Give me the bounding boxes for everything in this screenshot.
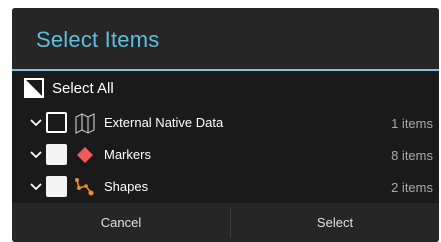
select-all-row[interactable]: Select All <box>12 71 439 107</box>
map-icon <box>75 113 95 134</box>
list-item-external-native-data[interactable]: External Native Data 1 items <box>12 107 439 139</box>
item-checkbox[interactable] <box>46 144 67 165</box>
item-count: 2 items <box>391 180 433 195</box>
item-count: 1 items <box>391 116 433 131</box>
item-count: 8 items <box>391 148 433 163</box>
select-items-dialog: Select Items Select All External Native … <box>12 8 439 242</box>
item-label: Shapes <box>104 179 149 194</box>
list-item-markers[interactable]: Markers 8 items <box>12 139 439 171</box>
item-checkbox[interactable] <box>46 176 67 197</box>
partial-check-icon <box>26 80 42 96</box>
select-all-checkbox[interactable] <box>24 78 44 98</box>
marker-diamond-icon <box>77 147 93 163</box>
dialog-footer: Cancel Select <box>12 203 439 242</box>
dialog-title: Select Items <box>36 27 160 52</box>
item-label: External Native Data <box>104 115 224 130</box>
chevron-down-icon[interactable] <box>30 150 42 160</box>
chevron-down-icon[interactable] <box>30 182 42 192</box>
chevron-down-icon[interactable] <box>30 118 42 128</box>
shapes-icon <box>75 178 94 196</box>
select-all-label: Select All <box>52 80 114 97</box>
dialog-header: Select Items <box>12 8 439 69</box>
list-item-shapes[interactable]: Shapes 2 items <box>12 171 439 203</box>
select-button[interactable]: Select <box>231 203 439 242</box>
cancel-button[interactable]: Cancel <box>12 203 230 242</box>
item-label: Markers <box>104 147 151 162</box>
item-checkbox[interactable] <box>46 112 67 133</box>
